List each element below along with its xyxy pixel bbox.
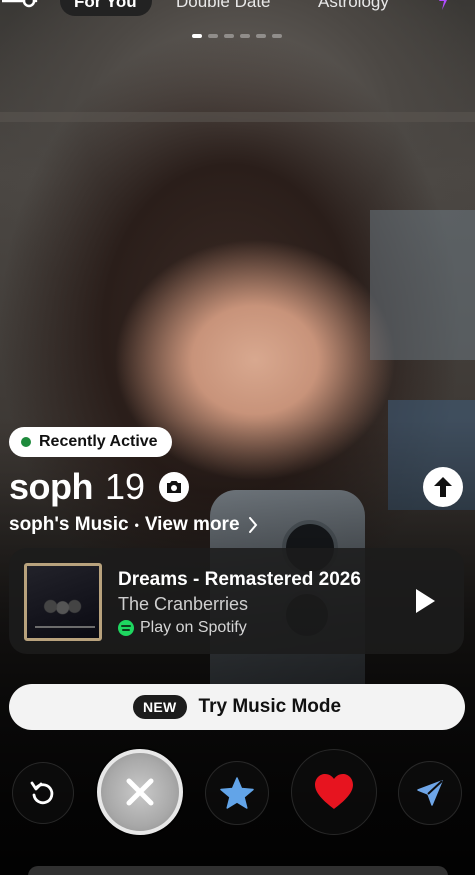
heart-icon xyxy=(315,774,353,809)
music-section-title: soph's Music xyxy=(9,514,129,535)
pagination-dot xyxy=(256,34,266,38)
top-nav: For You Double Date Astrology xyxy=(0,0,475,20)
nope-button[interactable] xyxy=(97,749,183,835)
arrow-up-icon xyxy=(434,477,452,497)
song-title: Dreams - Remastered 2026 xyxy=(118,569,361,590)
photo-background-detail xyxy=(370,210,475,360)
pagination-dot xyxy=(272,34,282,38)
super-like-button[interactable] xyxy=(205,761,269,825)
view-more-link[interactable]: View more xyxy=(145,514,240,536)
photo-background-detail xyxy=(0,112,475,122)
spotify-anthem-card[interactable]: Dreams - Remastered 2026 The Cranberries… xyxy=(9,548,464,654)
tab-double-date[interactable]: Double Date xyxy=(176,0,271,12)
spotify-icon xyxy=(118,620,134,636)
play-on-spotify-link[interactable]: Play on Spotify xyxy=(118,619,247,637)
music-mode-label: Try Music Mode xyxy=(198,696,342,717)
pagination-dot xyxy=(192,34,202,38)
recently-active-badge: Recently Active xyxy=(9,427,172,457)
chevron-right-icon xyxy=(248,517,257,533)
open-profile-button[interactable] xyxy=(423,467,463,507)
spotify-label: Play on Spotify xyxy=(140,619,247,636)
active-status-dot xyxy=(21,437,31,447)
camera-icon xyxy=(159,472,190,502)
pagination-dot xyxy=(224,34,234,38)
bolt-icon[interactable] xyxy=(438,0,450,10)
send-icon xyxy=(417,780,443,806)
filter-icon[interactable] xyxy=(2,0,40,16)
song-artist: The Cranberries xyxy=(118,594,249,614)
close-icon xyxy=(126,778,154,806)
play-icon[interactable] xyxy=(413,588,437,614)
profile-name-row: soph 19 xyxy=(9,466,190,508)
bottom-sheet-handle[interactable] xyxy=(28,866,448,875)
pagination-dot xyxy=(208,34,218,38)
activity-label: Recently Active xyxy=(39,433,158,450)
new-badge: NEW xyxy=(132,695,187,719)
tab-for-you[interactable]: For You xyxy=(74,0,137,12)
album-cover xyxy=(24,563,102,641)
boost-button[interactable] xyxy=(398,761,462,825)
rewind-icon xyxy=(30,781,54,805)
profile-name: soph xyxy=(9,466,94,507)
music-section-header[interactable]: soph's Music • View more xyxy=(9,514,258,536)
separator-dot: • xyxy=(134,518,139,532)
profile-age: 19 xyxy=(105,466,146,507)
like-button[interactable] xyxy=(291,749,377,835)
album-art-figures xyxy=(41,596,89,622)
album-art-caption xyxy=(35,626,95,628)
tab-astrology[interactable]: Astrology xyxy=(318,0,389,12)
star-icon xyxy=(220,777,254,809)
rewind-button[interactable] xyxy=(12,762,74,824)
try-music-mode-button[interactable]: NEW Try Music Mode xyxy=(9,684,465,730)
pagination-dot xyxy=(240,34,250,38)
